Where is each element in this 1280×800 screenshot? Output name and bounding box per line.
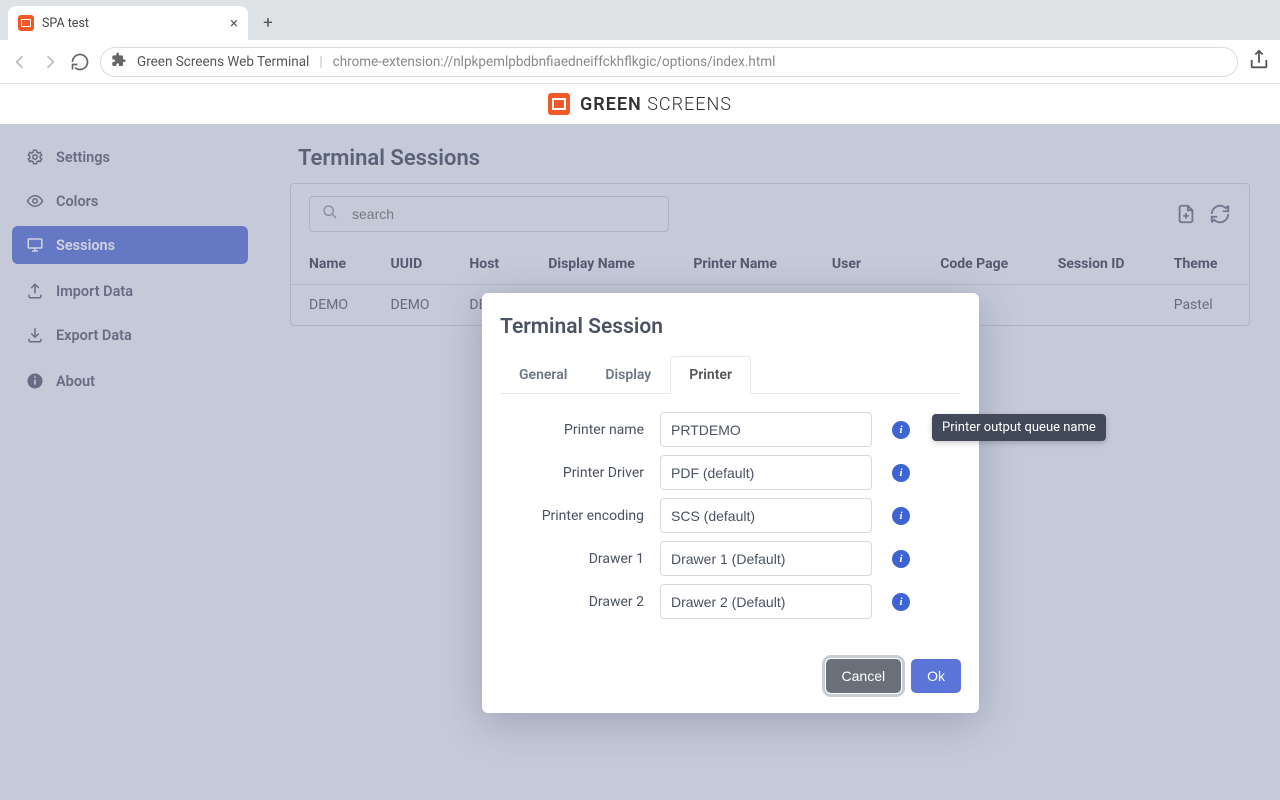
modal-title: Terminal Session (500, 315, 961, 339)
select-drawer1[interactable] (660, 541, 872, 576)
tab-display[interactable]: Display (586, 356, 670, 394)
url-path: chrome-extension://nlpkpemlpbdbnfiaednei… (333, 54, 776, 70)
share-icon[interactable] (1248, 49, 1270, 75)
browser-tab[interactable]: SPA test × (8, 6, 248, 40)
info-icon[interactable]: i (892, 550, 910, 568)
select-drawer2[interactable] (660, 584, 872, 619)
info-icon[interactable]: i (892, 507, 910, 525)
forward-icon[interactable] (40, 52, 60, 72)
modal-actions: Cancel Ok (500, 659, 961, 693)
modal-tabs: General Display Printer (500, 355, 961, 394)
label-printer-encoding: Printer encoding (500, 508, 660, 524)
tab-printer[interactable]: Printer (670, 356, 751, 394)
info-icon[interactable]: i (892, 464, 910, 482)
browser-toolbar: Green Screens Web Terminal | chrome-exte… (0, 40, 1280, 84)
info-icon[interactable]: i (892, 593, 910, 611)
label-printer-driver: Printer Driver (500, 465, 660, 481)
tooltip: Printer output queue name (932, 414, 1106, 441)
label-drawer2: Drawer 2 (500, 594, 660, 610)
printer-form: Printer name i Printer Driver i Printer … (500, 394, 961, 635)
cancel-button[interactable]: Cancel (826, 659, 902, 693)
terminal-session-modal: Terminal Session General Display Printer… (482, 293, 979, 713)
select-printer-driver[interactable] (660, 455, 872, 490)
brand-text: GREEN SCREENS (580, 94, 732, 115)
input-printer-name[interactable] (660, 412, 872, 447)
tab-title: SPA test (42, 16, 89, 31)
url-origin: Green Screens Web Terminal (137, 54, 309, 70)
brand-logo-icon (548, 93, 570, 115)
info-icon[interactable]: i (892, 421, 910, 439)
close-icon[interactable]: × (230, 14, 238, 32)
favicon (18, 15, 34, 31)
ok-button[interactable]: Ok (911, 659, 961, 693)
select-printer-encoding[interactable] (660, 498, 872, 533)
url-bar[interactable]: Green Screens Web Terminal | chrome-exte… (100, 47, 1238, 77)
reload-icon[interactable] (70, 52, 90, 72)
back-icon[interactable] (10, 52, 30, 72)
browser-tabstrip: SPA test × + (0, 0, 1280, 40)
brand-header: GREEN SCREENS (0, 84, 1280, 124)
extension-icon (111, 52, 127, 72)
new-tab-button[interactable]: + (254, 9, 282, 37)
label-printer-name: Printer name (500, 422, 660, 438)
url-separator: | (319, 54, 322, 70)
tab-general[interactable]: General (500, 356, 586, 394)
label-drawer1: Drawer 1 (500, 551, 660, 567)
